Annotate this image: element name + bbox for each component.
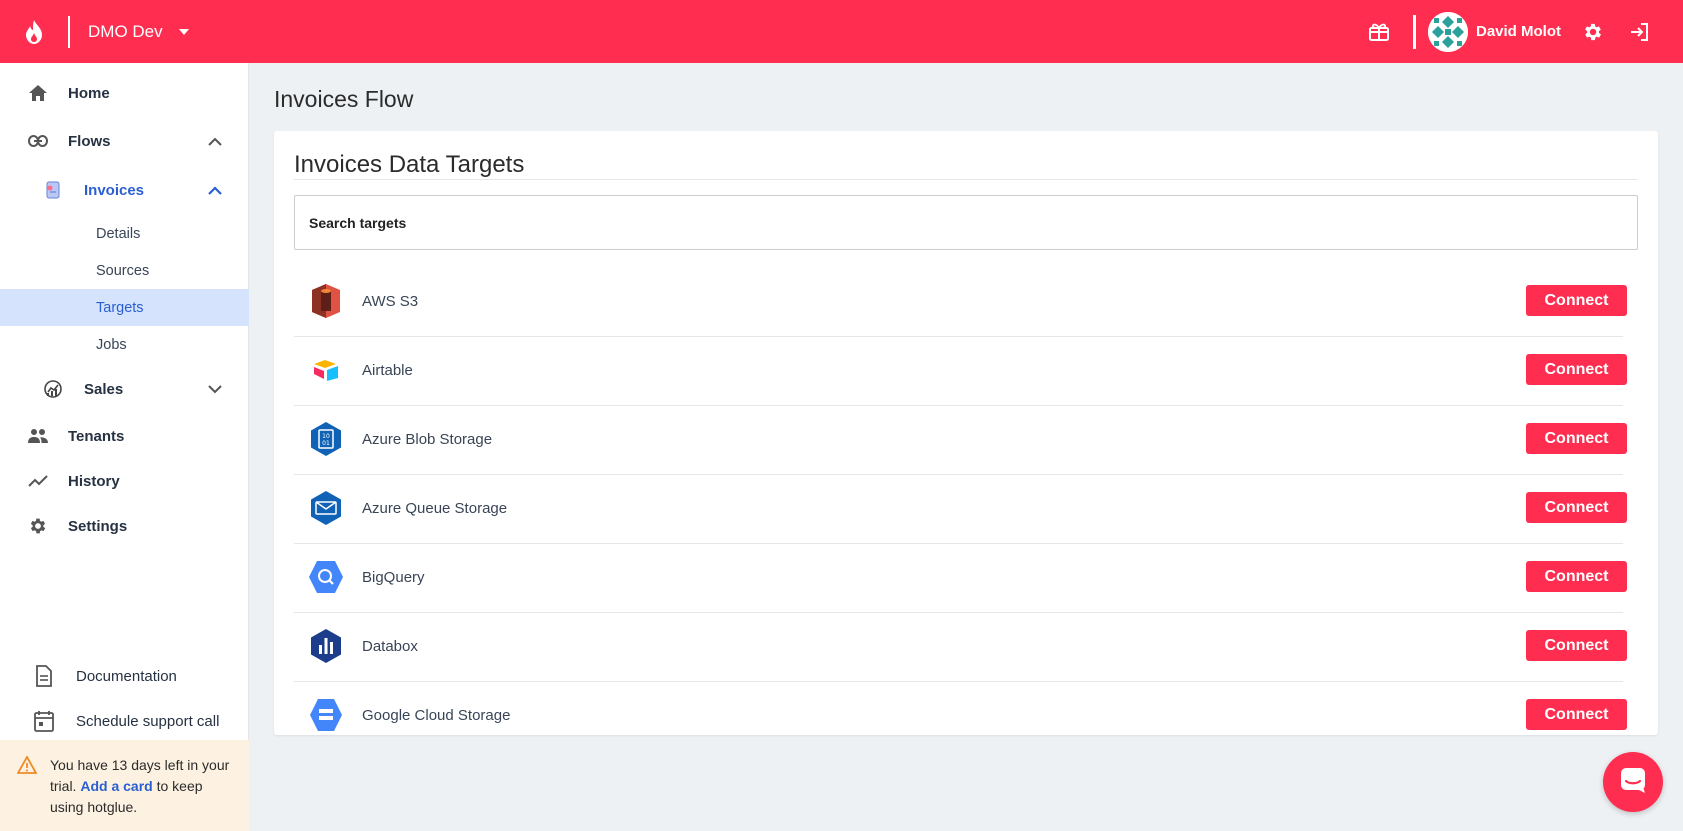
- workspace-selector[interactable]: DMO Dev: [88, 22, 189, 42]
- svg-text:01: 01: [322, 440, 330, 447]
- target-name: Airtable: [362, 362, 413, 379]
- connect-button[interactable]: Connect: [1526, 285, 1627, 316]
- databox-icon: [308, 628, 344, 664]
- chevron-up-icon[interactable]: [207, 182, 223, 198]
- gear-icon[interactable]: [1573, 12, 1613, 52]
- list-item: Google Cloud Storage Connect: [294, 682, 1627, 735]
- topbar-separator: [1413, 14, 1416, 49]
- connect-button[interactable]: Connect: [1526, 423, 1627, 454]
- sidebar-item-settings[interactable]: Settings: [0, 506, 249, 546]
- list-item: BigQuery Connect: [294, 544, 1627, 613]
- azure-queue-icon: [308, 490, 344, 526]
- sidebar: Home Flows Invoices Details Sources Targ…: [0, 63, 249, 831]
- sidebar-item-label: Tenants: [68, 427, 125, 445]
- sidebar-item-tenants[interactable]: Tenants: [0, 416, 249, 456]
- target-name: Databox: [362, 638, 418, 655]
- sidebar-item-label: Invoices: [84, 181, 145, 199]
- sidebar-item-invoices[interactable]: Invoices: [0, 170, 249, 210]
- connect-button[interactable]: Connect: [1526, 699, 1627, 730]
- sidebar-item-label: Schedule support call: [76, 712, 220, 730]
- chat-launcher-button[interactable]: [1603, 752, 1663, 812]
- target-name: Azure Blob Storage: [362, 431, 493, 448]
- username[interactable]: David Molot: [1476, 23, 1561, 40]
- connect-button[interactable]: Connect: [1526, 492, 1627, 523]
- chat-icon: [1619, 766, 1647, 799]
- connect-button[interactable]: Connect: [1526, 630, 1627, 661]
- sidebar-item-label: History: [68, 472, 120, 490]
- list-item: Airtable Connect: [294, 337, 1627, 406]
- chevron-up-icon[interactable]: [207, 133, 223, 149]
- sidebar-subitem-label: Sources: [96, 262, 150, 279]
- gear-icon: [27, 515, 49, 537]
- workspace-name: DMO Dev: [88, 21, 163, 41]
- sidebar-item-label: Flows: [68, 132, 111, 150]
- logout-icon[interactable]: [1619, 12, 1659, 52]
- gcs-icon: [308, 697, 344, 733]
- sidebar-item-home[interactable]: Home: [0, 73, 249, 113]
- add-card-link[interactable]: Add a card: [80, 778, 152, 794]
- trend-icon: [27, 470, 49, 492]
- home-icon: [27, 82, 49, 104]
- sidebar-item-label: Sales: [84, 380, 124, 398]
- page-title: Invoices Flow: [274, 86, 414, 112]
- list-item: Databox Connect: [294, 613, 1627, 682]
- sidebar-subitem-details[interactable]: Details: [0, 215, 249, 252]
- document-icon: [33, 665, 55, 687]
- sidebar-subitem-label: Jobs: [96, 336, 127, 353]
- list-item: AWS S3 Connect: [294, 268, 1627, 337]
- sidebar-subitem-targets[interactable]: Targets: [0, 289, 249, 326]
- topbar-divider: [68, 15, 70, 48]
- sidebar-item-history[interactable]: History: [0, 461, 249, 501]
- sidebar-item-flows[interactable]: Flows: [0, 121, 249, 161]
- target-name: AWS S3: [362, 293, 419, 310]
- connect-button[interactable]: Connect: [1526, 561, 1627, 592]
- sidebar-item-label: Documentation: [76, 667, 177, 685]
- sidebar-item-label: Settings: [68, 517, 128, 535]
- bigquery-icon: [308, 559, 344, 595]
- trial-banner: You have 13 days left in your trial. Add…: [0, 740, 249, 831]
- sidebar-item-documentation[interactable]: Documentation: [0, 656, 249, 696]
- caret-down-icon: [178, 28, 189, 35]
- list-item: 10 01 Azure Blob Storage Connect: [294, 406, 1627, 475]
- top-bar: DMO Dev David Molot: [0, 0, 1683, 63]
- divider: [294, 179, 1638, 180]
- sidebar-item-label: Home: [68, 84, 110, 102]
- aws-s3-icon: [308, 283, 344, 319]
- targets-list[interactable]: AWS S3 Connect Airtable Connect 10 01 Azu…: [294, 268, 1638, 735]
- warning-icon: [16, 755, 38, 780]
- list-item: Azure Queue Storage Connect: [294, 475, 1627, 544]
- sidebar-item-sales[interactable]: Sales: [0, 369, 249, 409]
- sidebar-subitem-jobs[interactable]: Jobs: [0, 326, 249, 363]
- calendar-icon: [33, 710, 55, 732]
- target-name: BigQuery: [362, 569, 425, 586]
- connect-button[interactable]: Connect: [1526, 354, 1627, 385]
- link-icon: [27, 130, 49, 152]
- people-icon: [27, 425, 49, 447]
- svg-text:10: 10: [322, 433, 330, 440]
- sidebar-subitem-sources[interactable]: Sources: [0, 252, 249, 289]
- sales-icon: [42, 378, 64, 400]
- search-input[interactable]: [294, 195, 1638, 250]
- avatar[interactable]: [1428, 11, 1468, 52]
- airtable-icon: [308, 352, 344, 388]
- gift-icon[interactable]: [1359, 12, 1399, 52]
- target-name: Azure Queue Storage: [362, 500, 508, 517]
- targets-card: Invoices Data Targets AWS S3 Connect Air…: [274, 131, 1658, 735]
- sidebar-item-schedule-support[interactable]: Schedule support call: [0, 701, 249, 741]
- invoice-icon: [42, 179, 64, 201]
- hotglue-logo-icon[interactable]: [0, 0, 68, 63]
- sidebar-subitem-label: Targets: [96, 299, 144, 316]
- chevron-down-icon[interactable]: [207, 381, 223, 397]
- target-name: Google Cloud Storage: [362, 707, 511, 724]
- azure-blob-icon: 10 01: [308, 421, 344, 457]
- card-title: Invoices Data Targets: [294, 151, 525, 178]
- sidebar-subitem-label: Details: [96, 225, 141, 242]
